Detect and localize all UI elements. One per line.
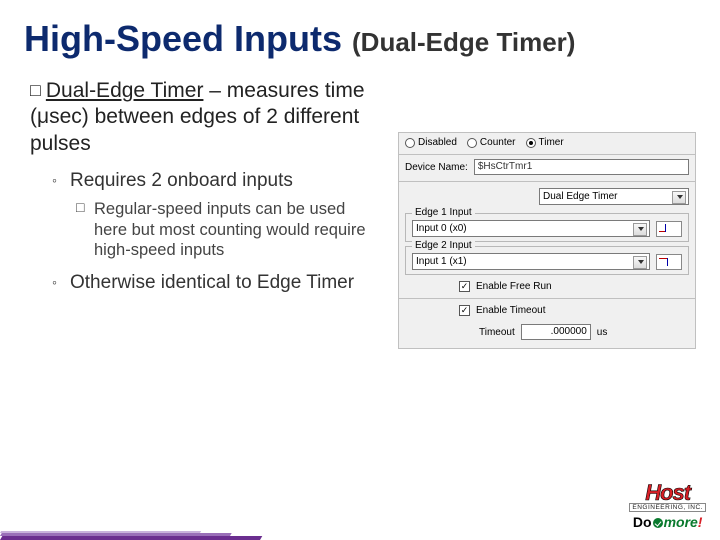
radio-counter[interactable]: Counter	[467, 137, 516, 148]
bullet-level3-a: □ Regular-speed inputs can be used here …	[76, 198, 376, 261]
edge2-value: Input 1 (x1)	[416, 256, 467, 267]
radio-icon	[405, 138, 415, 148]
timer-mode-value: Dual Edge Timer	[543, 191, 617, 202]
domore-more: more	[664, 514, 698, 530]
divider	[399, 298, 695, 299]
footer-logos: Host ENGINEERING, INC. Domore!	[629, 480, 706, 530]
radio-disabled-label: Disabled	[418, 137, 457, 148]
square-bullet-icon: □	[30, 80, 46, 100]
timeout-label: Timeout	[479, 327, 515, 338]
timeout-enable-label: Enable Timeout	[476, 305, 546, 316]
edge1-value: Input 0 (x0)	[416, 223, 467, 234]
device-name-input[interactable]: $HsCtrTmr1	[474, 159, 689, 175]
domore-bang: !	[698, 514, 703, 530]
circle-bullet-icon: ◦	[52, 274, 57, 290]
bullet-l2a-text: Requires 2 onboard inputs	[70, 169, 390, 193]
freerun-label: Enable Free Run	[476, 281, 552, 292]
body-text: □ Dual-Edge Timer – measures time (μsec)…	[30, 78, 390, 294]
timeout-row: Timeout .000000 us	[399, 320, 695, 348]
check-circle-icon	[653, 518, 663, 528]
mode-radio-row: Disabled Counter Timer	[398, 132, 696, 155]
slide-title: High-Speed Inputs (Dual-Edge Timer)	[24, 18, 575, 60]
timeout-enable-row: ✓ Enable Timeout	[399, 301, 695, 320]
edge2-group: Edge 2 Input Input 1 (x1)	[405, 246, 689, 275]
edge2-select[interactable]: Input 1 (x1)	[412, 253, 650, 270]
config-dialog: Disabled Counter Timer Device Name: $HsC…	[398, 132, 696, 349]
bullet-l3a-text: Regular-speed inputs can be used here bu…	[94, 199, 376, 261]
freerun-row: ✓ Enable Free Run	[399, 277, 695, 296]
radio-counter-label: Counter	[480, 137, 516, 148]
timer-mode-row: Dual Edge Timer	[399, 184, 695, 209]
title-main: High-Speed Inputs	[24, 18, 342, 59]
radio-icon	[467, 138, 477, 148]
bullet-level1: □ Dual-Edge Timer – measures time (μsec)…	[30, 78, 390, 157]
bullet-level2-a: ◦ Requires 2 onboard inputs	[52, 169, 390, 193]
chevron-down-icon	[638, 260, 644, 264]
chevron-down-icon	[677, 195, 683, 199]
falling-edge-icon[interactable]	[656, 254, 682, 270]
radio-disabled[interactable]: Disabled	[405, 137, 457, 148]
edge2-legend: Edge 2 Input	[412, 240, 475, 251]
bullet-term: Dual-Edge Timer	[46, 79, 204, 102]
timeout-unit: us	[597, 327, 608, 338]
domore-do: Do	[633, 514, 652, 530]
circle-bullet-icon: ◦	[52, 172, 57, 188]
title-sub: (Dual-Edge Timer)	[352, 27, 575, 57]
square-bullet-icon: □	[76, 199, 84, 215]
bullet-level2-b: ◦ Otherwise identical to Edge Timer	[52, 271, 390, 295]
timer-mode-select[interactable]: Dual Edge Timer	[539, 188, 689, 205]
chevron-down-icon	[638, 227, 644, 231]
radio-icon	[526, 138, 536, 148]
device-name-label: Device Name:	[405, 162, 468, 173]
edge1-group: Edge 1 Input Input 0 (x0)	[405, 213, 689, 242]
bullet-l2b-text: Otherwise identical to Edge Timer	[70, 271, 390, 295]
host-logo-sub: ENGINEERING, INC.	[629, 503, 706, 512]
divider	[399, 181, 695, 182]
timeout-enable-checkbox[interactable]: ✓	[459, 305, 470, 316]
domore-logo: Domore!	[629, 514, 706, 530]
radio-timer[interactable]: Timer	[526, 137, 564, 148]
edge1-select[interactable]: Input 0 (x0)	[412, 220, 650, 237]
device-name-row: Device Name: $HsCtrTmr1	[399, 155, 695, 179]
edge1-legend: Edge 1 Input	[412, 207, 475, 218]
freerun-checkbox[interactable]: ✓	[459, 281, 470, 292]
slide-accent	[0, 528, 260, 540]
radio-timer-label: Timer	[539, 137, 564, 148]
dialog-body: Device Name: $HsCtrTmr1 Dual Edge Timer …	[398, 155, 696, 349]
timeout-input[interactable]: .000000	[521, 324, 591, 340]
rising-edge-icon[interactable]	[656, 221, 682, 237]
